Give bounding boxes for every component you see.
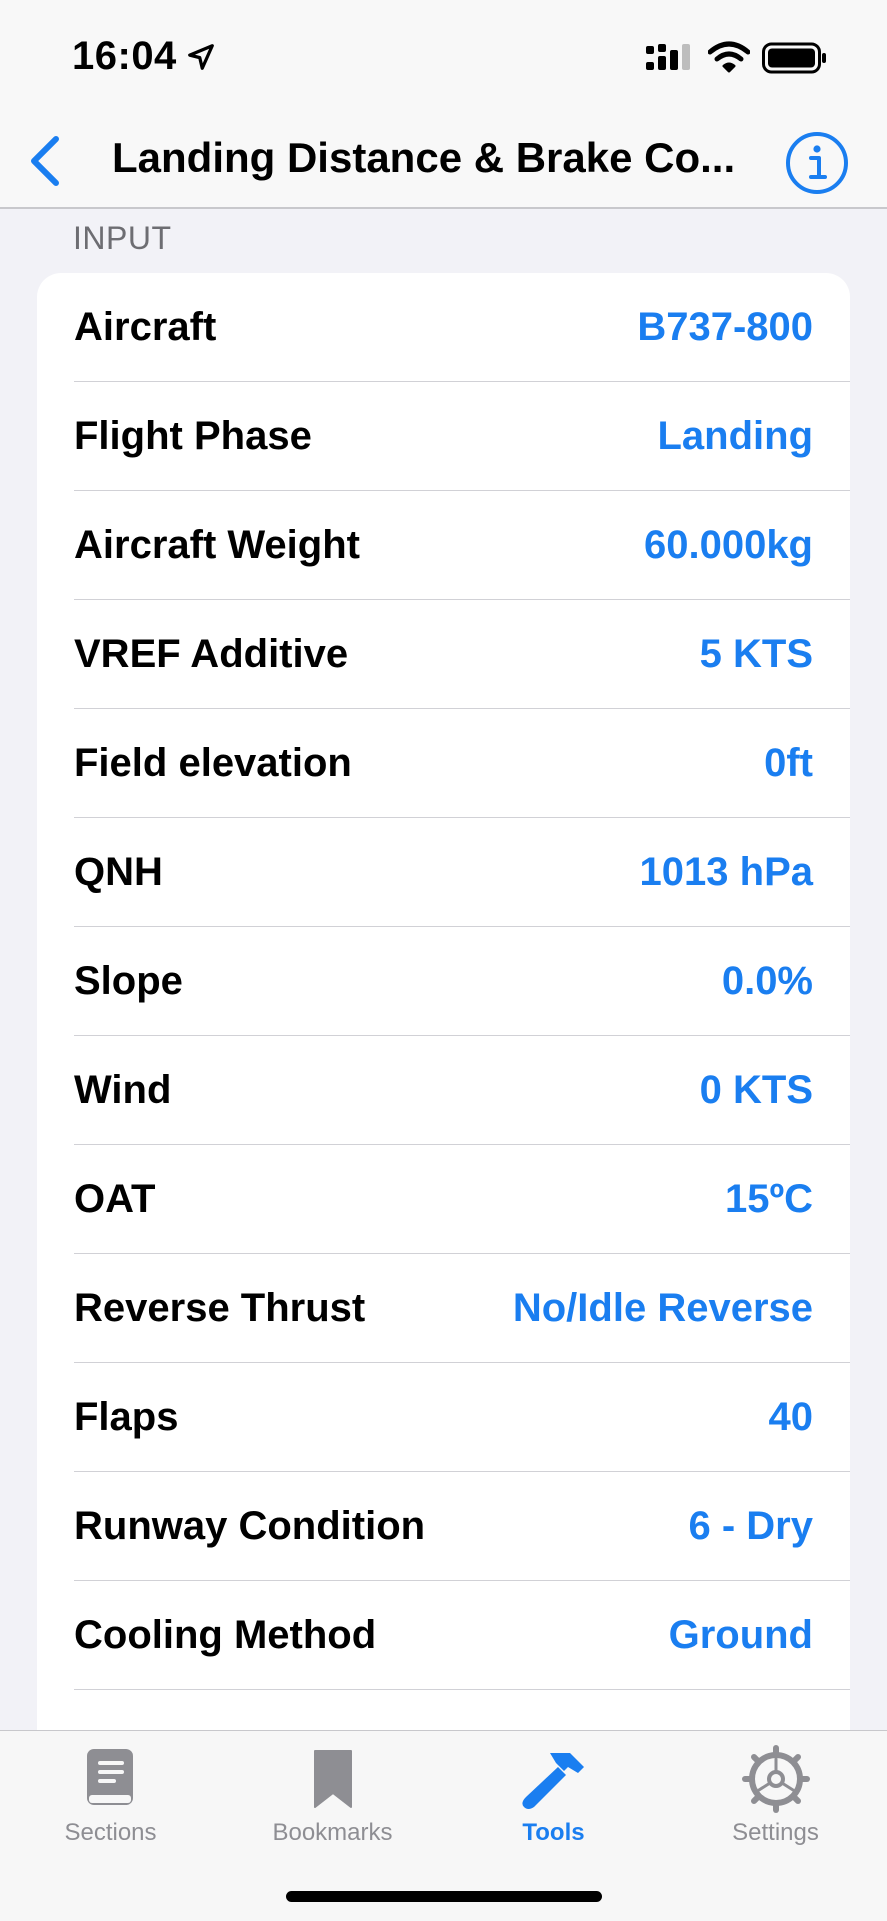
row-value: 15ºC [725, 1177, 813, 1221]
location-arrow-icon [188, 44, 214, 70]
battery-icon [762, 42, 826, 74]
tab-label: Settings [732, 1819, 819, 1846]
row-flaps[interactable]: Flaps 40 [37, 1363, 850, 1472]
row-cooling-method[interactable]: Cooling Method Ground [37, 1581, 850, 1690]
back-button[interactable] [10, 124, 80, 198]
page-title: Landing Distance & Brake Co... [112, 134, 736, 181]
row-label: Cooling Method [74, 1613, 377, 1657]
row-runway-condition[interactable]: Runway Condition 6 - Dry [37, 1472, 850, 1581]
row-label: Aircraft [74, 305, 217, 349]
row-value: Landing [657, 414, 813, 458]
row-label: Flaps [74, 1395, 179, 1439]
row-flight-phase[interactable]: Flight Phase Landing [37, 382, 850, 491]
row-value: 60.000kg [643, 523, 813, 567]
row-wind[interactable]: Wind 0 KTS [37, 1036, 850, 1145]
tab-label: Tools [522, 1819, 585, 1846]
row-label: VREF Additive [74, 632, 349, 676]
navigation-bar: Landing Distance & Brake Co... [0, 120, 887, 209]
wifi-icon [708, 41, 750, 73]
tab-tools[interactable]: Tools [443, 1745, 664, 1865]
row-value: 1013 hPa [639, 850, 813, 894]
row-label: Flight Phase [74, 414, 312, 458]
row-aircraft-weight[interactable]: Aircraft Weight 60.000kg [37, 491, 850, 600]
row-slope[interactable]: Slope 0.0% [37, 927, 850, 1036]
tab-settings[interactable]: Settings [665, 1745, 886, 1865]
row-value: 5 KTS [699, 632, 813, 676]
status-time: 16:04 [72, 34, 177, 78]
row-value: 0ft [764, 741, 813, 785]
row-reverse-thrust[interactable]: Reverse Thrust No/Idle Reverse [37, 1254, 850, 1363]
tab-label: Bookmarks [272, 1819, 393, 1846]
book-icon [86, 1749, 133, 1805]
row-label: Runway Condition [74, 1504, 426, 1548]
chevron-left-icon [31, 136, 59, 186]
row-value: Ground [668, 1613, 813, 1657]
status-bar: 16:04 [0, 0, 887, 120]
row-value: 6 - Dry [688, 1504, 814, 1548]
bookmark-icon [313, 1750, 352, 1808]
row-value: B737-800 [637, 305, 813, 349]
row-value: No/Idle Reverse [512, 1286, 813, 1330]
row-value: 0.0% [721, 959, 813, 1003]
tab-sections[interactable]: Sections [0, 1745, 221, 1865]
row-label: OAT [74, 1177, 156, 1221]
row-vref-additive[interactable]: VREF Additive 5 KTS [37, 600, 850, 709]
row-value: 0 KTS [699, 1068, 813, 1112]
input-list: Aircraft B737-800 Flight Phase Landing A… [37, 273, 850, 1733]
home-indicator[interactable] [286, 1891, 602, 1902]
row-label: Aircraft Weight [74, 523, 360, 567]
section-header-input: INPUT [73, 220, 172, 256]
gear-icon [741, 1745, 810, 1813]
row-label: Wind [74, 1068, 172, 1112]
row-label: Reverse Thrust [74, 1286, 366, 1330]
tab-bookmarks[interactable]: Bookmarks [222, 1745, 443, 1865]
row-qnh[interactable]: QNH 1013 hPa [37, 818, 850, 927]
row-field-elevation[interactable]: Field elevation 0ft [37, 709, 850, 818]
row-value: 40 [768, 1395, 814, 1439]
info-button[interactable] [784, 130, 850, 196]
row-aircraft[interactable]: Aircraft B737-800 [37, 273, 850, 382]
tab-label: Sections [64, 1819, 157, 1846]
row-label: Slope [74, 959, 183, 1003]
row-label: QNH [74, 850, 163, 894]
row-label: Field elevation [74, 741, 352, 785]
row-oat[interactable]: OAT 15ºC [37, 1145, 850, 1254]
hammer-icon [521, 1753, 584, 1809]
cellular-signal-icon [646, 44, 690, 70]
